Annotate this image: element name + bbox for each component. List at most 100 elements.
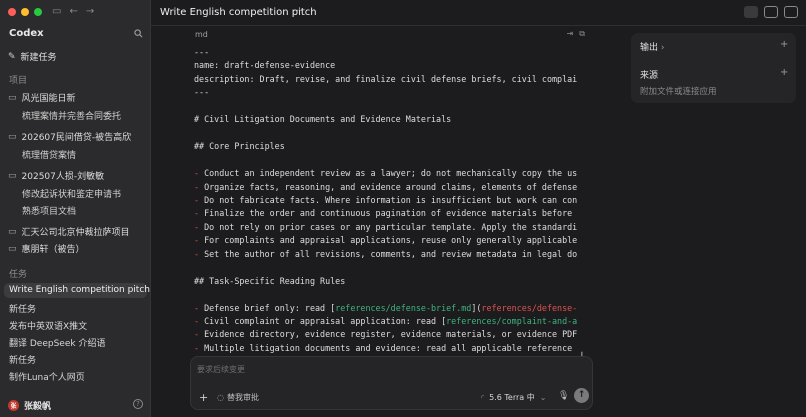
- tasks-section-label: 任务: [9, 270, 28, 280]
- message-input[interactable]: 要求后续变更: [197, 364, 245, 375]
- terminal-toggle-icon[interactable]: [744, 6, 758, 18]
- code-line: - Do not rely on prior cases or any part…: [194, 221, 578, 232]
- code-line: - Conduct an independent review as a law…: [194, 168, 578, 179]
- code-line: - Do not fabricate facts. Where informat…: [194, 194, 578, 205]
- list-bullet: -: [194, 221, 200, 232]
- nav-controls: ▭ ← →: [52, 6, 94, 17]
- project-name: 惠朋轩（被告）: [21, 245, 85, 255]
- view-controls: [744, 6, 798, 18]
- list-bullet: -: [194, 168, 200, 179]
- project-task-item[interactable]: 修改起诉状和鉴定申请书: [22, 187, 147, 200]
- add-output-button[interactable]: +: [780, 39, 788, 50]
- edit-icon: ✎: [8, 51, 16, 62]
- list-bullet: -: [194, 181, 200, 192]
- microphone-icon[interactable]: 🎙: [558, 391, 569, 401]
- split-view-icon[interactable]: [784, 6, 798, 18]
- project-item[interactable]: ▭ 惠朋轩（被告）: [8, 242, 148, 256]
- output-label: 输出: [640, 43, 659, 53]
- window-controls: [8, 8, 42, 16]
- project-task-item[interactable]: 梳理借贷案情: [22, 148, 147, 161]
- markdown-link[interactable]: references/defense-brief.md: [335, 303, 471, 313]
- user-profile[interactable]: 张 张毅帆: [8, 399, 51, 412]
- markdown-link-target[interactable]: references/defense-: [481, 303, 577, 313]
- list-bullet: -: [194, 208, 200, 219]
- task-item-active[interactable]: Write English competition pitch: [4, 283, 150, 298]
- project-item[interactable]: ▭ 202607民间借贷-被告高欣: [8, 130, 148, 144]
- code-line: ---: [194, 47, 210, 57]
- output-section[interactable]: 输出 ›: [640, 40, 665, 53]
- markdown-link[interactable]: references/complaint-and-a: [446, 316, 577, 326]
- send-button[interactable]: ↑: [574, 388, 589, 403]
- back-arrow-icon[interactable]: ←: [69, 6, 77, 17]
- code-line: - Set the author of all revisions, comme…: [194, 248, 578, 259]
- wrap-icon[interactable]: ⇥: [567, 29, 574, 39]
- more-options-button[interactable]: ···: [293, 6, 303, 17]
- project-item[interactable]: ▭ 202507人损-刘敏敏: [8, 169, 148, 183]
- task-item[interactable]: 制作Luna个人网页: [9, 370, 85, 383]
- task-item[interactable]: 发布中英双语X推文: [9, 319, 87, 332]
- new-task-button[interactable]: ✎ 新建任务: [8, 50, 57, 64]
- minimize-window-button[interactable]: [21, 8, 29, 16]
- code-line: description: Draft, revise, and finalize…: [194, 73, 578, 84]
- avatar: 张: [8, 400, 19, 411]
- add-source-button[interactable]: +: [780, 67, 788, 78]
- search-icon[interactable]: [134, 29, 143, 38]
- code-language-label: md: [195, 30, 208, 39]
- panel-toggle-icon[interactable]: [764, 6, 778, 18]
- help-icon[interactable]: ?: [133, 399, 143, 409]
- folder-icon: ▭: [8, 92, 17, 103]
- list-bullet: -: [194, 302, 200, 313]
- project-name: 202607民间借贷-被告高欣: [21, 133, 132, 143]
- code-line: - Multiple litigation documents and evid…: [194, 342, 573, 353]
- top-bar: Write English competition pitch ···: [151, 0, 806, 26]
- add-attachment-button[interactable]: +: [199, 391, 208, 404]
- folder-icon: ▭: [8, 226, 17, 237]
- code-line: - Civil complaint or appraisal applicati…: [194, 316, 578, 326]
- model-selector[interactable]: ◜ 5.6 Terra 中 ⌄: [481, 392, 546, 403]
- list-bullet: -: [194, 235, 200, 246]
- composer: 要求后续变更 + ◌ 替我审批 ◜ 5.6 Terra 中 ⌄ 🎙 ↑: [190, 356, 593, 410]
- chevron-right-icon: ›: [660, 43, 665, 53]
- task-item[interactable]: 新任务: [9, 353, 36, 366]
- forward-arrow-icon[interactable]: →: [86, 6, 94, 17]
- project-item[interactable]: ▭ 风光国能日新: [8, 91, 148, 105]
- project-name: 风光国能日新: [21, 94, 76, 104]
- code-line: - Defense brief only: read [references/d…: [194, 302, 578, 313]
- code-line: - Finalize the order and continuous pagi…: [194, 208, 573, 219]
- project-item[interactable]: ▭ 汇天公司北京仲裁拉萨项目: [8, 225, 148, 239]
- project-name: 202507人损-刘敏敏: [21, 172, 105, 182]
- context-panel: 输出 › + 来源 + 附加文件或连接应用: [631, 33, 796, 103]
- loading-icon: ◜: [481, 393, 485, 402]
- task-item[interactable]: 翻译 DeepSeek 介绍语: [9, 336, 105, 349]
- list-bullet: -: [194, 342, 200, 353]
- project-name: 汇天公司北京仲裁拉萨项目: [21, 228, 130, 238]
- code-line: - Organize facts, reasoning, and evidenc…: [194, 181, 578, 192]
- projects-section-label: 项目: [9, 76, 28, 86]
- new-task-label: 新建任务: [20, 53, 57, 63]
- approval-mode-button[interactable]: ◌ 替我审批: [217, 392, 259, 403]
- code-line: ## Task-Specific Reading Rules: [194, 275, 346, 286]
- task-item[interactable]: 新任务: [9, 302, 36, 315]
- model-label: 5.6 Terra 中: [489, 393, 535, 402]
- code-line: ---: [194, 87, 210, 98]
- folder-icon: ▭: [8, 170, 17, 181]
- chevron-down-icon: ⌄: [539, 393, 547, 402]
- list-bullet: -: [194, 194, 200, 205]
- code-line: name: draft-defense-evidence: [194, 60, 336, 71]
- close-window-button[interactable]: [8, 8, 16, 16]
- code-line: ## Core Principles: [194, 141, 285, 152]
- copy-icon[interactable]: ⧉: [579, 29, 585, 39]
- code-line: - For complaints and appraisal applicati…: [194, 235, 578, 246]
- folder-icon: ▭: [8, 131, 17, 142]
- doc-actions: ⇥ ⧉: [567, 29, 585, 39]
- project-task-item[interactable]: 熟悉项目文档: [22, 204, 147, 217]
- maximize-window-button[interactable]: [34, 8, 42, 16]
- source-hint: 附加文件或连接应用: [640, 87, 717, 97]
- sidebar: ▭ ← → Codex ✎ 新建任务 项目 ▭ 风光国能日新 梳理案情并完善合同…: [0, 0, 151, 417]
- sidebar-toggle-icon[interactable]: ▭: [52, 6, 61, 17]
- list-bullet: -: [194, 248, 200, 259]
- user-name: 张毅帆: [24, 402, 52, 412]
- code-line: - Evidence directory, evidence register,…: [194, 329, 578, 340]
- project-task-item[interactable]: 梳理案情并完善合同委托: [22, 109, 147, 122]
- markdown-viewer[interactable]: md ⇥ ⧉ --- name: draft-defense-evidence de…: [190, 26, 593, 356]
